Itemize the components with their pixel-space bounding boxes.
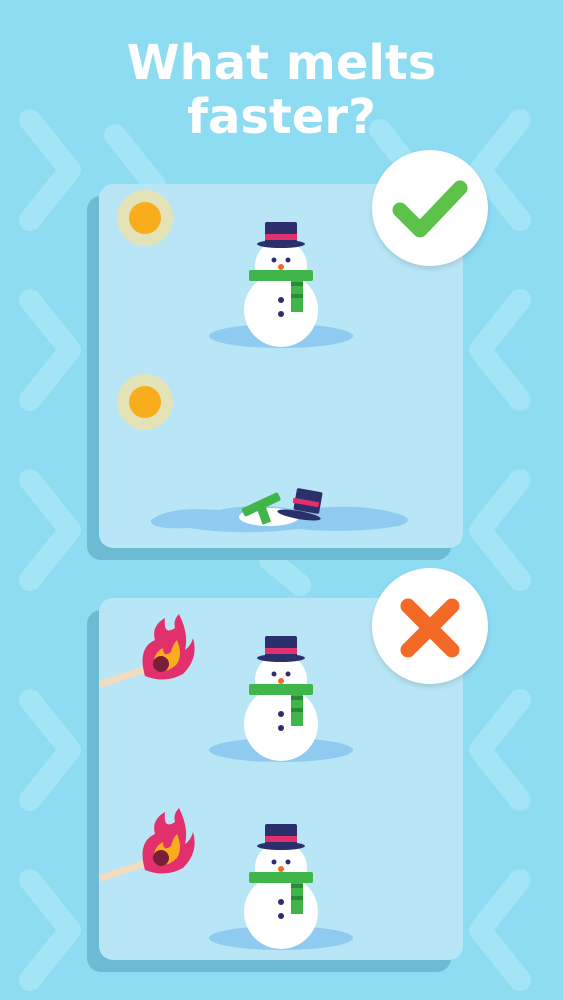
sun-icon [117, 190, 173, 246]
burning-match-icon [99, 614, 195, 689]
melted-snowman-icon [150, 488, 408, 533]
snowman-icon [209, 222, 353, 348]
correct-badge [372, 150, 488, 266]
burning-match-icon [99, 808, 195, 883]
question-title-line-2: faster? [187, 89, 376, 145]
question-title-line-1: What melts [126, 35, 437, 91]
checkmark-icon [392, 180, 468, 238]
incorrect-badge [372, 568, 488, 684]
snowman-icon [209, 824, 353, 950]
cross-icon [400, 598, 460, 658]
question-title: What melts faster? [0, 36, 563, 144]
sun-icon [117, 374, 173, 430]
snowman-icon [209, 636, 353, 762]
